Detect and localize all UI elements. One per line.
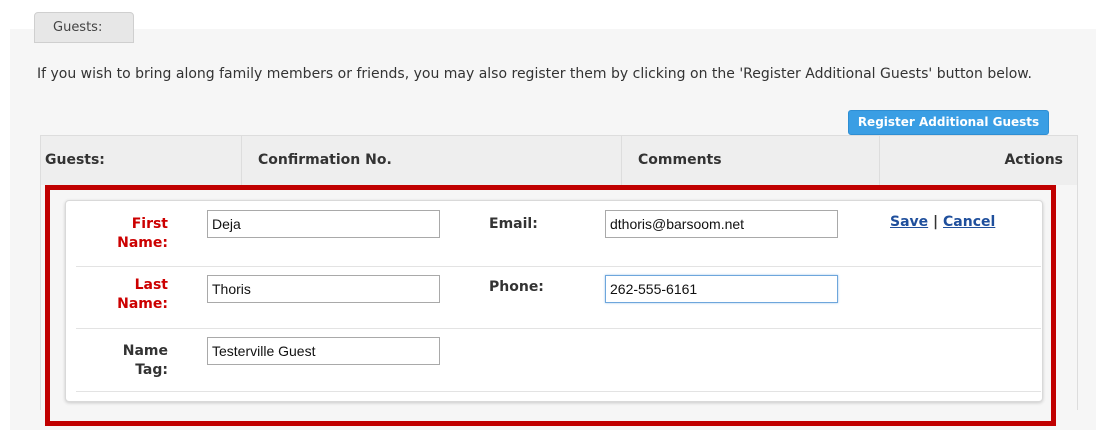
- email-input[interactable]: [605, 210, 838, 238]
- email-label: Email:: [489, 216, 538, 232]
- header-actions: Actions: [879, 136, 1077, 186]
- row-divider: [76, 391, 1041, 392]
- header-confirmation-no: Confirmation No.: [241, 136, 621, 186]
- cancel-link[interactable]: Cancel: [943, 214, 995, 230]
- row-divider: [76, 266, 1041, 267]
- first-name-label: First Name:: [117, 216, 168, 251]
- name-tag-label: Name Tag:: [122, 343, 168, 378]
- save-link[interactable]: Save: [890, 214, 928, 230]
- guests-tab-label: Guests:: [34, 12, 134, 43]
- guests-intro-text: If you wish to bring along family member…: [37, 66, 1032, 82]
- header-guests: Guests:: [45, 152, 105, 168]
- last-name-label: Last Name:: [117, 277, 168, 312]
- register-additional-guests-button[interactable]: Register Additional Guests: [848, 110, 1049, 135]
- guest-edit-form: First Name: Email: Save | Cancel Last Na…: [65, 200, 1043, 402]
- last-name-input[interactable]: [207, 275, 440, 303]
- phone-input[interactable]: [605, 275, 838, 303]
- row-actions: Save | Cancel: [890, 214, 995, 230]
- actions-separator: |: [933, 214, 939, 230]
- name-tag-input[interactable]: [207, 337, 440, 365]
- first-name-input[interactable]: [207, 210, 440, 238]
- header-comments: Comments: [621, 136, 879, 186]
- guests-table-header: Guests: Confirmation No. Comments Action…: [40, 135, 1078, 186]
- row-divider: [76, 328, 1041, 329]
- phone-label: Phone:: [489, 279, 544, 295]
